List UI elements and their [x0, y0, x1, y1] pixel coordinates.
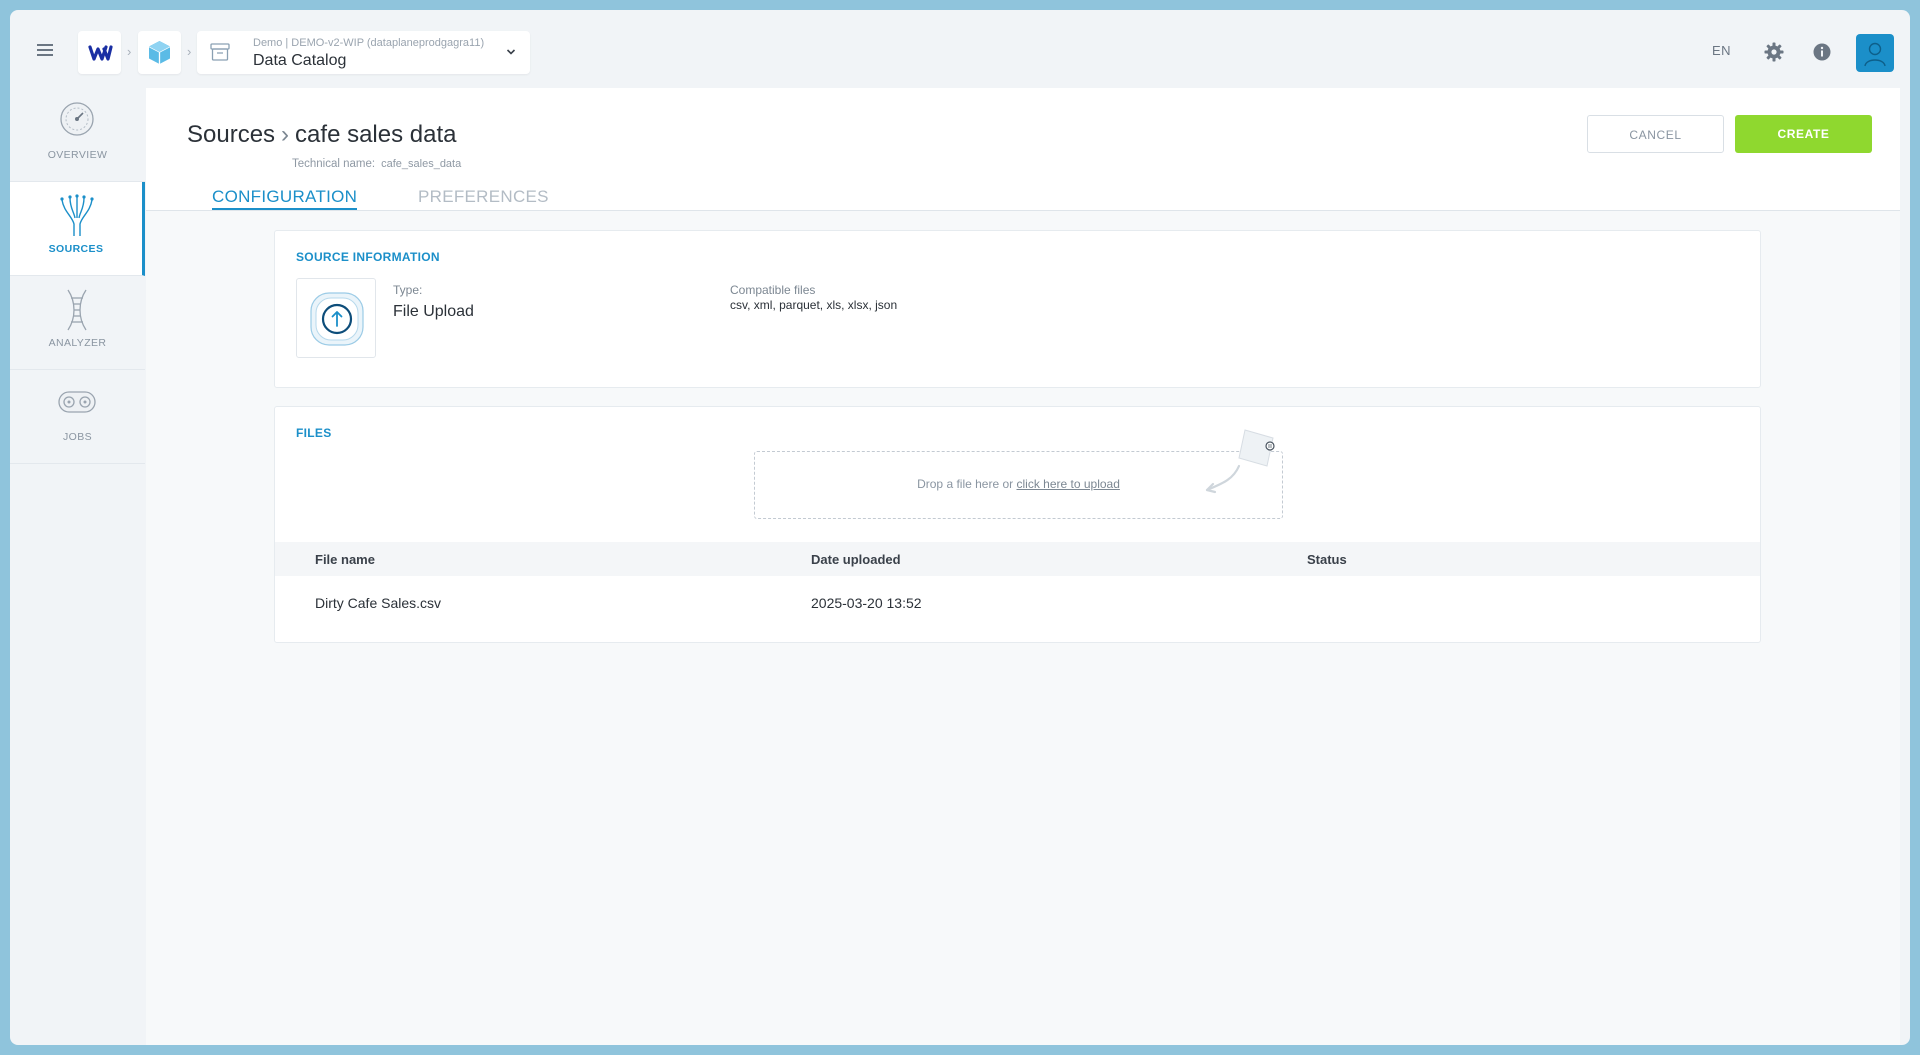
upload-icon [310, 292, 364, 346]
avatar-icon [1864, 42, 1886, 67]
section-title: SOURCE INFORMATION [296, 250, 440, 264]
type-value: File Upload [393, 303, 474, 320]
menu-icon[interactable] [37, 44, 53, 56]
source-type-tile [296, 278, 376, 358]
source-information-card: SOURCE INFORMATION Type: File Upload Com… [274, 230, 1761, 388]
project-selector[interactable]: Demo | DEMO-v2-WIP (dataplaneprodgagra11… [197, 31, 530, 74]
sources-icon [60, 194, 94, 236]
sidebar-item-jobs[interactable]: JOBS [10, 370, 145, 464]
tab-configuration[interactable]: CONFIGURATION [212, 187, 358, 210]
avatar[interactable] [1856, 34, 1894, 72]
chevron-down-icon [506, 49, 516, 55]
sidebar-item-overview[interactable]: OVERVIEW [10, 88, 145, 182]
home-logo-button[interactable] [78, 31, 121, 74]
sidebar-item-label: SOURCES [48, 243, 104, 255]
language-selector[interactable]: EN [1712, 43, 1731, 58]
compatible-files-label: Compatible files [730, 283, 816, 297]
main-panel: Sources › cafe sales data Technical name: c… [146, 88, 1900, 1045]
app-window: › › Demo | DEMO-v2-WIP (dataplaneprodgag… [10, 10, 1910, 1045]
sidebar-item-analyzer[interactable]: ANALYZER [10, 276, 145, 370]
gauge-icon [60, 102, 94, 136]
upload-link[interactable]: click here to upload [1016, 477, 1119, 491]
section-title: FILES [296, 426, 332, 440]
table-header: File name Date uploaded Status [275, 542, 1760, 576]
cancel-button[interactable]: CANCEL [1587, 115, 1724, 153]
page-title: cafe sales data [295, 121, 457, 148]
sidebar-item-label: OVERVIEW [47, 149, 108, 161]
file-name-cell: Dirty Cafe Sales.csv [315, 595, 442, 611]
technical-name-value: cafe_sales_data [381, 158, 462, 170]
workspace-button[interactable] [138, 31, 181, 74]
column-header-status[interactable]: Status [1307, 552, 1347, 567]
top-bar: › › Demo | DEMO-v2-WIP (dataplaneprodgag… [10, 10, 1910, 86]
sidebar: OVERVIEW SOURCES ANALYZER JOBS [10, 88, 145, 464]
project-path: Demo | DEMO-v2-WIP (dataplaneprodgagra11… [253, 37, 485, 49]
type-label: Type: [393, 283, 423, 297]
jobs-icon [58, 391, 96, 413]
sidebar-item-label: ANALYZER [48, 337, 107, 349]
info-icon[interactable] [1812, 42, 1832, 62]
technical-name-label: Technical name: [292, 158, 376, 170]
column-header-date-uploaded[interactable]: Date uploaded [811, 552, 901, 567]
gear-icon[interactable] [1763, 41, 1785, 63]
drop-instruction: Drop a file here or [917, 477, 1017, 491]
date-uploaded-cell: 2025-03-20 13:52 [811, 595, 922, 611]
cube-icon [148, 41, 171, 64]
archive-icon [210, 43, 230, 61]
technical-name: Technical name: cafe_sales_data [292, 158, 461, 170]
page-header: Sources › cafe sales data Technical name: c… [146, 88, 1900, 211]
create-button[interactable]: CREATE [1735, 115, 1872, 153]
breadcrumb: Sources › cafe sales data [187, 121, 456, 149]
logo-icon [88, 45, 113, 61]
column-header-file-name[interactable]: File name [315, 552, 375, 567]
files-card: FILES Drop a file here or click here to … [274, 406, 1761, 643]
app-name: Data Catalog [253, 52, 347, 69]
tab-preferences[interactable]: PREFERENCES [418, 187, 549, 207]
sidebar-item-sources[interactable]: SOURCES [10, 182, 145, 276]
file-dropzone[interactable]: Drop a file here or click here to upload [754, 429, 1283, 519]
breadcrumb-separator-icon: › [127, 44, 132, 59]
breadcrumb-separator-icon: › [187, 44, 192, 59]
sidebar-item-label: JOBS [62, 431, 93, 443]
chevron-right-icon: › [281, 121, 290, 148]
analyzer-icon [67, 289, 87, 331]
breadcrumb-root[interactable]: Sources [187, 121, 275, 148]
drop-file-icon [1205, 429, 1275, 494]
compatible-files-value: csv, xml, parquet, xls, xlsx, json [730, 298, 898, 312]
